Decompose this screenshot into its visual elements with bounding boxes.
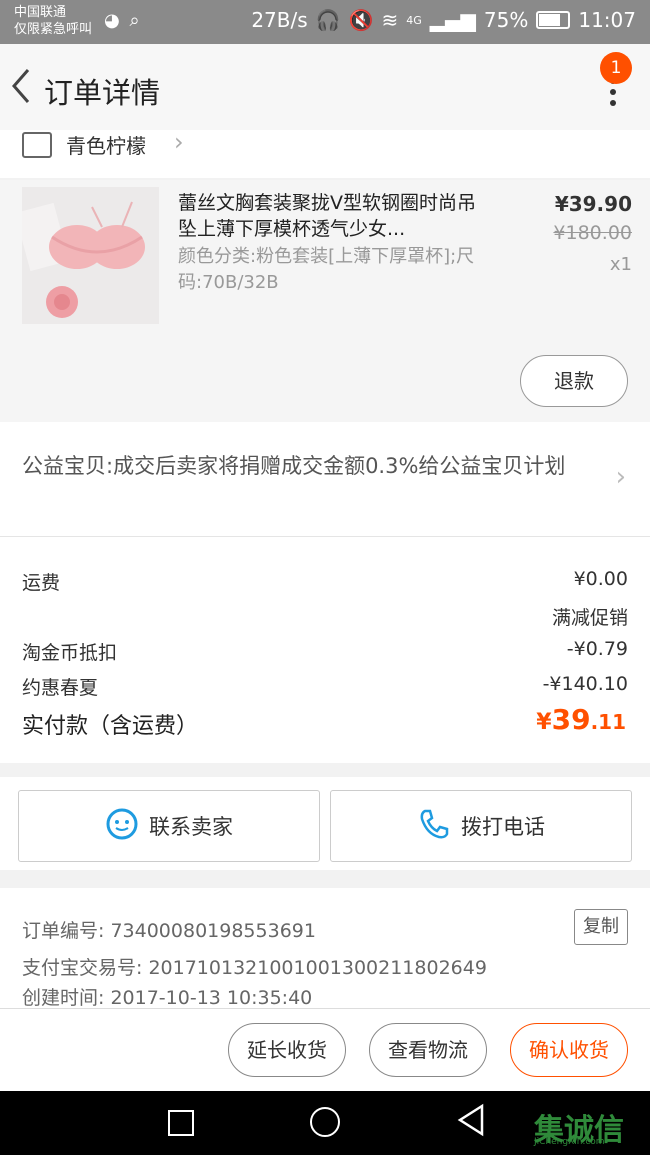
signal-icon: ▂▄▆ — [429, 8, 476, 32]
emergency-only-text: 仅限紧急呼叫 — [14, 22, 93, 37]
confirm-receipt-button[interactable]: 确认收货 — [510, 1023, 628, 1077]
promo-label: 满减促销 — [551, 607, 628, 629]
original-price: ¥180.00 — [553, 222, 632, 244]
cost-summary: 运费 ¥0.00 满减促销 淘金币抵扣 -¥0.79 约惠春夏 -¥140.10… — [0, 537, 650, 763]
battery-percent: 75% — [483, 8, 529, 32]
coins-row: 淘金币抵扣 -¥0.79 — [22, 638, 628, 665]
shipping-value: ¥0.00 — [573, 568, 628, 590]
order-item: 蕾丝文胸套装聚拢V型软钢圈时尚吊坠上薄下厚模杯透气少女... 颜色分类:粉色套装… — [0, 180, 650, 422]
contact-seller-button[interactable]: 联系卖家 — [18, 790, 320, 862]
search-icon: ⌕ — [129, 10, 140, 31]
order-number-line: 订单编号: 73400080198553691 — [22, 916, 316, 943]
shipping-row: 运费 ¥0.00 — [22, 568, 628, 595]
product-sku: 颜色分类:粉色套装[上薄下厚罩杯];尺码:70B/32B — [178, 246, 475, 293]
app-header: 订单详情 1 — [0, 44, 650, 130]
call-phone-button[interactable]: 拨打电话 — [330, 790, 632, 862]
contact-seller-label: 联系卖家 — [149, 815, 233, 839]
mute-icon: 🔇 — [348, 8, 374, 32]
status-bar: 中国联通 仅限紧急呼叫 ◕ ⌕ 27B/s 🎧 🔇 ≋ 4G ▂▄▆ 75% 1… — [0, 0, 650, 44]
created-line: 创建时间: 2017-10-13 10:35:40 — [22, 983, 312, 1010]
charity-row[interactable]: 公益宝贝:成交后卖家将捐赠成交金额0.3%给公益宝贝计划 › — [0, 422, 650, 537]
chevron-right-icon: › — [615, 462, 626, 492]
order-info: 订单编号: 73400080198553691 复制 支付宝交易号: 20171… — [0, 888, 650, 1010]
coins-value: -¥0.79 — [566, 638, 628, 660]
order-number: 73400080198553691 — [110, 920, 316, 942]
product-quantity: x1 — [609, 254, 632, 275]
bottom-action-bar: 延长收货 查看物流 确认收货 — [0, 1008, 650, 1092]
status-left-icons: ◕ ⌕ — [104, 10, 140, 31]
spring-promo-label: 约惠春夏 — [22, 677, 99, 699]
carrier-info: 中国联通 仅限紧急呼叫 — [14, 4, 92, 38]
shop-row[interactable]: 青色柠檬 › — [0, 128, 650, 178]
phone-icon — [417, 807, 451, 846]
globe-icon: ◕ — [104, 10, 120, 31]
chat-icon — [105, 807, 139, 846]
paid-label: 实付款（含运费） — [22, 714, 199, 739]
shop-name: 青色柠檬 — [66, 134, 146, 158]
recent-apps-icon[interactable] — [168, 1110, 194, 1136]
wifi-icon: ≋ — [381, 8, 399, 32]
promo-row: 满减促销 — [22, 603, 628, 630]
alipay-label: 支付宝交易号: — [22, 957, 143, 979]
shipping-label: 运费 — [22, 572, 61, 594]
coins-label: 淘金币抵扣 — [22, 642, 118, 664]
system-nav-bar: 集诚信 JiChengXin.com — [0, 1091, 650, 1155]
chevron-right-icon: › — [174, 128, 184, 156]
created-label: 创建时间: — [22, 987, 105, 1009]
paid-amount: ¥39.11 — [536, 703, 626, 736]
call-phone-label: 拨打电话 — [461, 815, 545, 839]
product-name[interactable]: 蕾丝文胸套装聚拢V型软钢圈时尚吊坠上薄下厚模杯透气少女... — [178, 190, 478, 242]
order-number-label: 订单编号: — [22, 920, 105, 942]
spring-promo-value: -¥140.10 — [542, 673, 628, 695]
created-time: 2017-10-13 10:35:40 — [110, 987, 313, 1009]
alipay-number: 2017101321001001300211802649 — [148, 957, 487, 979]
charity-text: 公益宝贝:成交后卖家将捐赠成交金额0.3%给公益宝贝计划 — [22, 454, 566, 478]
watermark-url: JiChengXin.com — [534, 1137, 605, 1147]
carrier-name: 中国联通 — [14, 5, 67, 20]
product-price: ¥39.90 — [554, 192, 632, 216]
contact-row: 联系卖家 拨打电话 — [0, 777, 650, 870]
copy-button[interactable]: 复制 — [574, 909, 628, 945]
refund-button[interactable]: 退款 — [520, 355, 628, 407]
alipay-line: 支付宝交易号: 2017101321001001300211802649 — [22, 953, 487, 980]
product-thumbnail[interactable] — [22, 187, 159, 324]
paid-integer: 39 — [551, 703, 591, 736]
back-arrow-icon[interactable] — [8, 66, 34, 115]
headphone-icon: 🎧 — [315, 8, 341, 32]
paid-currency: ¥ — [536, 710, 552, 735]
nav-back-icon[interactable] — [456, 1103, 486, 1141]
status-right: 27B/s 🎧 🔇 ≋ 4G ▂▄▆ 75% 11:07 — [251, 8, 636, 32]
home-icon[interactable] — [310, 1107, 340, 1137]
clock: 11:07 — [578, 8, 636, 32]
network-type: 4G — [406, 13, 422, 27]
store-icon — [22, 132, 52, 158]
battery-icon — [536, 11, 571, 29]
net-speed: 27B/s — [251, 8, 308, 32]
notification-badge: 1 — [600, 52, 632, 84]
extend-receipt-button[interactable]: 延长收货 — [228, 1023, 346, 1077]
paid-decimal: .11 — [590, 710, 626, 734]
spring-promo-row: 约惠春夏 -¥140.10 — [22, 673, 628, 700]
view-logistics-button[interactable]: 查看物流 — [369, 1023, 487, 1077]
page-title: 订单详情 — [44, 76, 161, 110]
